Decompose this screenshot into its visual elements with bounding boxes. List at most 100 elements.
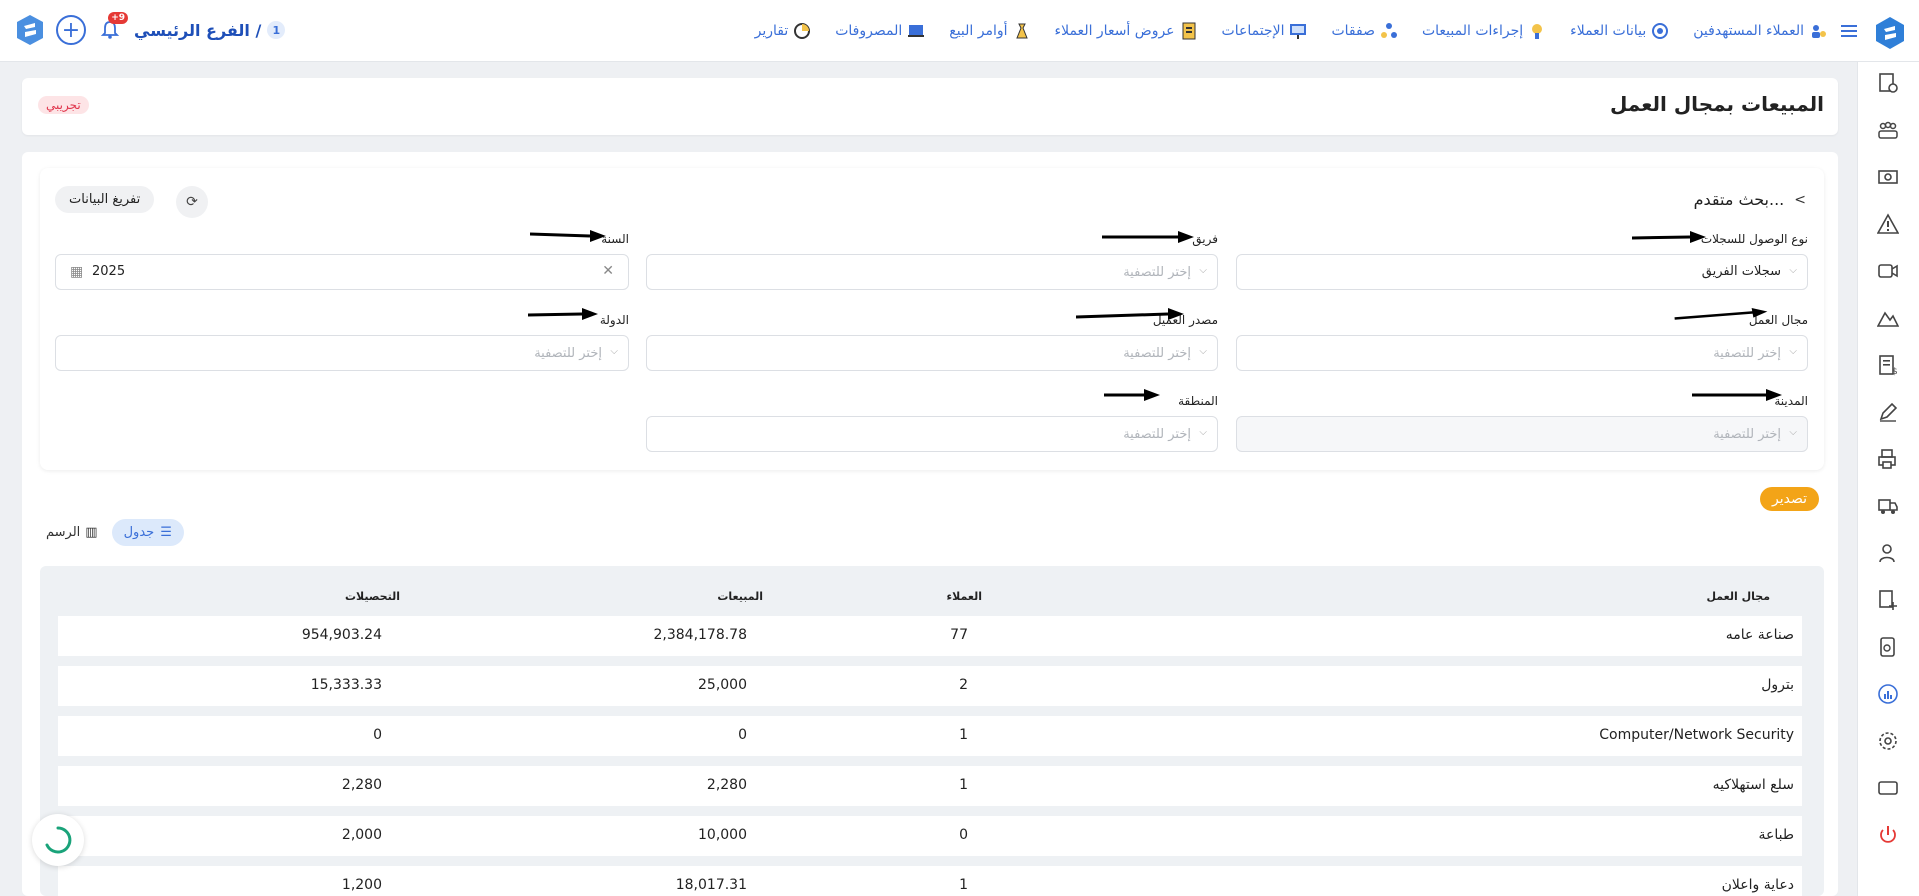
chart-view-button[interactable]: الرسم ▥ xyxy=(46,525,98,540)
svg-text:$: $ xyxy=(1892,367,1898,376)
file-plus-icon xyxy=(1879,590,1897,610)
spinner-icon xyxy=(45,826,72,854)
access-type-select[interactable]: ⌵ سجلات الفريق xyxy=(1236,254,1808,290)
header-tools: + +9 الفرع الرئيسي / 1 xyxy=(14,12,286,46)
notification-badge: +9 xyxy=(108,12,128,24)
advanced-search-toggle[interactable]: < بحث متقدم... xyxy=(1694,190,1806,209)
mountain-icon xyxy=(1877,311,1899,327)
sidebar-item-alerts[interactable] xyxy=(1876,212,1900,236)
money-icon xyxy=(1878,170,1898,184)
team-select[interactable]: ⌵ إختر للتصفية xyxy=(646,254,1218,290)
sidebar-item-mountain[interactable] xyxy=(1876,306,1900,330)
document-add-icon xyxy=(1879,73,1898,93)
country-select[interactable]: ⌵ إختر للتصفية xyxy=(55,335,629,371)
sidebar-item-video[interactable] xyxy=(1876,259,1900,283)
clear-data-button[interactable]: تفريغ البيانات xyxy=(55,186,155,213)
client-source-select[interactable]: ⌵ إختر للتصفية xyxy=(646,335,1218,371)
cell-field: طباعة xyxy=(1758,827,1795,843)
export-button[interactable]: تصدير xyxy=(1760,487,1820,511)
nav-deals[interactable]: صفقات xyxy=(1331,22,1398,40)
clear-icon[interactable]: ✕ xyxy=(602,263,614,279)
sidebar-item-documents[interactable] xyxy=(1876,71,1900,95)
nav-reports[interactable]: تقارير xyxy=(755,22,812,40)
chevron-down-icon: ⌵ xyxy=(1789,427,1797,438)
sidebar-item-print[interactable] xyxy=(1876,447,1900,471)
cell-collections: 2,000 xyxy=(341,827,382,843)
pen-icon xyxy=(1879,402,1898,422)
sidebar-item-delivery[interactable] xyxy=(1876,494,1900,518)
page-header: المبيعات بمجال العمل تجريبي xyxy=(22,78,1838,135)
city-select[interactable]: ⌵ إختر للتصفية xyxy=(1236,416,1808,452)
chevron-down-icon: ⌵ xyxy=(1199,346,1207,357)
cell-sales: 0 xyxy=(738,727,747,743)
meetings-icon xyxy=(1290,24,1307,39)
reports-icon xyxy=(794,23,811,39)
trial-badge: تجريبي xyxy=(38,96,89,114)
cell-clients: 77 xyxy=(950,627,968,643)
nav-expenses[interactable]: المصروفات xyxy=(835,22,925,40)
truck-icon xyxy=(1878,499,1898,514)
annotation-arrow-icon xyxy=(530,230,606,242)
header-collections: التحصيلات xyxy=(344,590,400,603)
sidebar-item-settings[interactable] xyxy=(1876,729,1900,753)
table-row[interactable]: سلع استهلاكيه 1 2,280 2,280 xyxy=(58,766,1802,806)
nav-sales-orders[interactable]: أوامر البيع xyxy=(949,22,1030,40)
table-row[interactable]: دعاية واعلان 1 18,017.31 1,200 xyxy=(58,866,1802,896)
loading-spinner xyxy=(32,814,84,866)
sidebar-item-logout[interactable] xyxy=(1876,823,1900,847)
bar-chart-icon: ▥ xyxy=(85,525,98,540)
nav-client-data[interactable]: بيانات العملاء xyxy=(1570,22,1669,40)
notifications-button[interactable]: +9 xyxy=(96,12,128,44)
menu-icon[interactable] xyxy=(1839,22,1859,40)
sidebar-item-contracts[interactable] xyxy=(1876,635,1900,659)
sales-actions-icon xyxy=(1532,24,1543,39)
branch-number: 1 xyxy=(267,21,286,39)
cell-collections: 0 xyxy=(373,727,382,743)
screen-icon xyxy=(1878,781,1898,795)
user-icon xyxy=(1879,544,1895,563)
client-data-icon xyxy=(1652,23,1669,39)
business-field-select[interactable]: ⌵ إختر للتصفية xyxy=(1236,335,1808,371)
sidebar-item-add-record[interactable] xyxy=(1876,588,1900,612)
table-row[interactable]: Computer/Network Security 1 0 0 xyxy=(58,716,1802,756)
table-row[interactable]: بترول 2 25,000 15,333.33 xyxy=(58,666,1802,706)
header-field: مجال العمل xyxy=(1706,590,1770,603)
refresh-button[interactable]: ⟳ xyxy=(176,186,208,218)
view-toggle: الرسم ▥ جدول ☰ xyxy=(46,519,184,546)
sidebar-item-invoices[interactable]: $ xyxy=(1876,353,1900,377)
region-select[interactable]: ⌵ إختر للتصفية xyxy=(646,416,1218,452)
cell-sales: 18,017.31 xyxy=(675,877,747,893)
sidebar-item-screen[interactable] xyxy=(1876,776,1900,800)
chevron-down-icon: ⌵ xyxy=(1789,265,1797,276)
cell-field: Computer/Network Security xyxy=(1599,727,1794,743)
cell-field: بترول xyxy=(1761,677,1794,693)
table-row[interactable]: صناعة عامه 77 2,384,178.78 954,903.24 xyxy=(58,616,1802,656)
list-icon: ☰ xyxy=(160,525,172,540)
sidebar-item-team[interactable] xyxy=(1876,118,1900,142)
nav-label: تقارير xyxy=(754,23,789,39)
team-label: فريق xyxy=(1192,232,1218,246)
sidebar-item-users[interactable] xyxy=(1876,541,1900,565)
table-row[interactable]: طباعة 0 10,000 2,000 xyxy=(58,816,1802,856)
power-icon xyxy=(1880,826,1896,843)
year-input[interactable]: ▦ 2025 ✕ xyxy=(55,254,629,290)
sidebar-item-cash[interactable] xyxy=(1876,165,1900,189)
nav-meetings[interactable]: الإجتماعات xyxy=(1222,22,1308,40)
cell-sales: 10,000 xyxy=(698,827,747,843)
annotation-arrow-icon xyxy=(1076,308,1184,320)
sidebar-item-sign[interactable] xyxy=(1876,400,1900,424)
annotation-arrow-icon xyxy=(1692,389,1782,401)
cell-clients: 0 xyxy=(959,827,968,843)
branch-selector[interactable]: الفرع الرئيسي / 1 xyxy=(134,21,286,40)
cell-field: سلع استهلاكيه xyxy=(1712,777,1794,793)
app-logo-icon[interactable] xyxy=(14,14,46,46)
nav-quotes[interactable]: عروض أسعار العملاء xyxy=(1055,22,1198,40)
table-view-button[interactable]: جدول ☰ xyxy=(111,519,184,546)
nav-targeted-clients[interactable]: العملاء المستهدفين xyxy=(1693,22,1827,40)
region-placeholder: إختر للتصفية xyxy=(1123,427,1191,442)
sidebar-item-analytics[interactable] xyxy=(1876,682,1900,706)
app-logo-icon[interactable] xyxy=(1873,16,1907,50)
nav-sales-actions[interactable]: إجراءات المبيعات xyxy=(1422,22,1546,40)
analytics-icon xyxy=(1878,684,1898,704)
add-button[interactable]: + xyxy=(56,15,86,45)
